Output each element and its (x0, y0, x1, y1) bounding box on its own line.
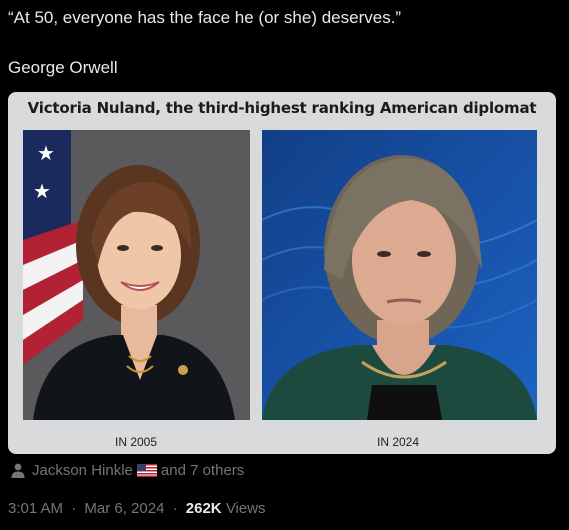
social-others[interactable]: and 7 others (161, 462, 244, 479)
post-image-card[interactable]: Victoria Nuland, the third-highest ranki… (8, 92, 556, 454)
post-date[interactable]: Mar 6, 2024 (84, 500, 164, 517)
post-text-quote: “At 50, everyone has the face he (or she… (8, 8, 402, 27)
social-user-name[interactable]: Jackson Hinkle (32, 462, 133, 479)
post-meta: 3:01 AM · Mar 6, 2024 · 262K Views (8, 500, 266, 517)
meta-separator: · (172, 500, 178, 517)
caption-2005: IN 2005 (114, 435, 158, 449)
photo-2005: ★ ★ (23, 130, 250, 420)
post-text-author: George Orwell (8, 58, 118, 77)
svg-text:★: ★ (33, 179, 51, 203)
views-label: Views (225, 500, 266, 517)
post-time[interactable]: 3:01 AM (8, 500, 63, 517)
meta-separator: · (71, 500, 77, 517)
image-title: Victoria Nuland, the third-highest ranki… (27, 99, 537, 117)
photo-2024 (262, 130, 537, 420)
person-icon (10, 462, 26, 478)
views-count: 262K (185, 500, 222, 517)
caption-2024: IN 2024 (376, 435, 420, 449)
us-flag-icon (136, 463, 157, 477)
social-context[interactable]: Jackson Hinkle and 7 others (10, 461, 244, 479)
svg-text:★: ★ (37, 141, 55, 165)
